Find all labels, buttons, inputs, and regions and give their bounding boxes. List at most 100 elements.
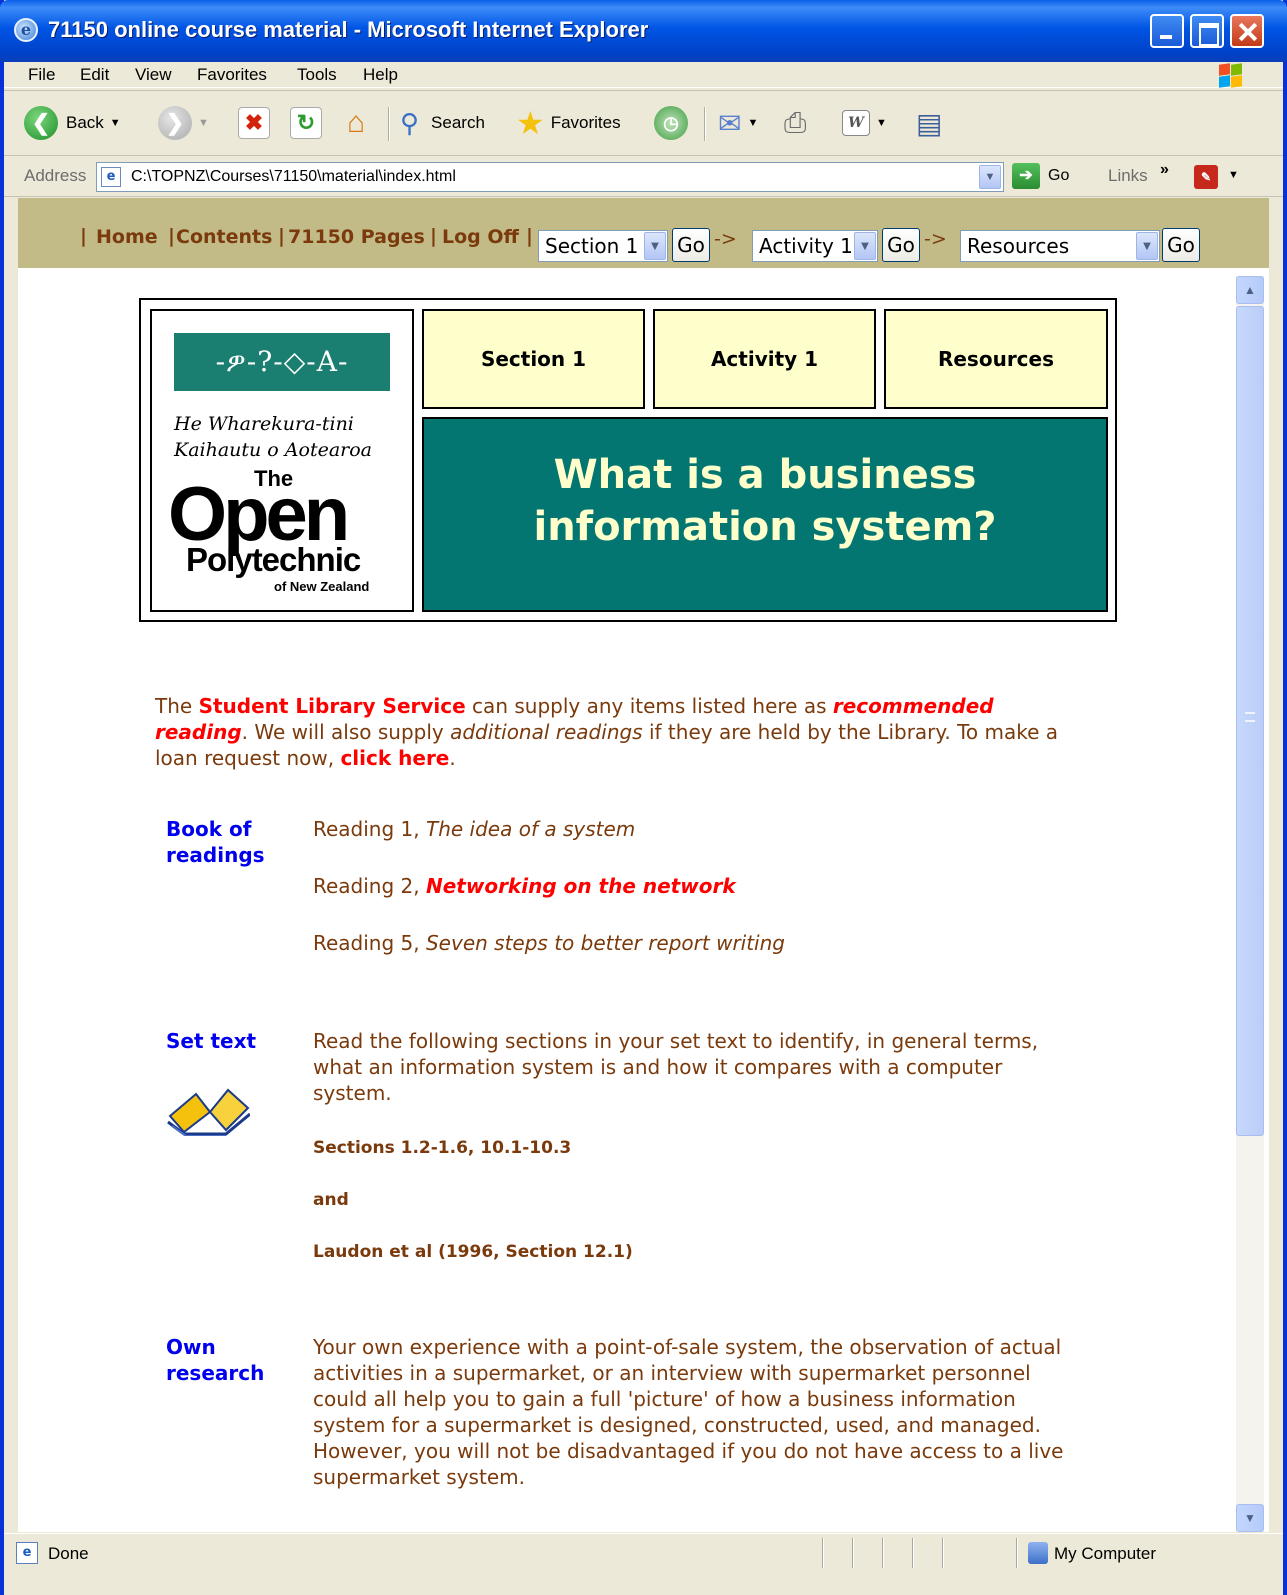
set-text-sections: Sections 1.2-1.6, 10.1-10.3 [313,1138,572,1158]
header-resources-cell: Resources [884,309,1108,409]
stop-icon: ✖ [238,107,270,139]
nav-arrow: -> [924,228,947,250]
content-frame: -ዎ-?-◇-A- He Wharekura-tini Kaihautu o A… [18,268,1269,1532]
status-bar: e Done My Computer [4,1533,1283,1595]
address-bar: Address e C:\TOPNZ\Courses\71150\materia… [4,157,1283,197]
menu-help[interactable]: Help [363,65,398,85]
ie-page-icon: e [14,18,38,42]
refresh-icon: ↻ [290,107,322,139]
back-arrow-icon: ❮ [24,106,58,140]
address-input[interactable]: e C:\TOPNZ\Courses\71150\material\index.… [96,162,1004,192]
history-button[interactable]: ◷ [654,103,688,143]
pdf-dropdown-icon[interactable]: ▼ [1228,169,1239,181]
nav-pages-link[interactable]: 71150 Pages [288,226,425,248]
close-button[interactable] [1230,14,1264,48]
research-icon: ▤ [916,107,943,139]
home-button[interactable]: ⌂ [340,103,372,143]
pdf-icon[interactable]: ✎ [1194,165,1218,189]
open-book-icon [167,1088,250,1136]
edit-button[interactable]: W ▼ [842,103,887,143]
library-intro: The Student Library Service can supply a… [155,694,1059,770]
resources-select-dropdown-icon: ▼ [1136,232,1158,260]
back-dropdown-icon[interactable]: ▼ [110,117,121,129]
security-zone-text: My Computer [1054,1544,1157,1563]
nav-contents-link[interactable]: Contents [176,226,272,248]
back-label: Back [66,113,104,132]
resources-go-button[interactable]: Go [1162,228,1200,262]
reading-item: Reading 2, Networking on the network [313,874,736,898]
browser-window: e 71150 online course material - Microso… [0,0,1287,1595]
word-edit-icon: W [842,110,870,136]
menu-file[interactable]: File [28,65,55,85]
click-here-link[interactable]: click here [340,746,449,770]
resources-select-value: Resources [967,234,1070,258]
back-button[interactable]: ❮ Back ▼ [24,103,121,143]
links-label[interactable]: Links [1108,166,1148,186]
forward-arrow-icon: ❯ [158,106,192,140]
minimize-button[interactable] [1150,14,1184,48]
menu-view[interactable]: View [135,65,172,85]
activity-select-value: Activity 1 [759,234,853,258]
search-label: Search [431,113,485,132]
maximize-button[interactable] [1190,14,1224,48]
go-arrow-icon: ➔ [1012,163,1040,189]
logo-symbol-band: -ዎ-?-◇-A- [174,333,390,391]
menu-tools[interactable]: Tools [297,65,337,85]
course-nav-frame: | Home | Contents | 71150 Pages | Log Of… [18,198,1269,268]
forward-dropdown-icon[interactable]: ▼ [198,117,209,129]
page-icon: e [101,167,121,187]
menu-edit[interactable]: Edit [80,65,109,85]
vertical-scrollbar[interactable]: ▲ ▼ [1236,276,1264,1532]
scroll-up-icon[interactable]: ▲ [1236,276,1264,304]
section-go-button[interactable]: Go [672,228,710,262]
go-button[interactable]: ➔ Go [1012,163,1069,189]
menu-favorites[interactable]: Favorites [197,65,267,85]
address-url[interactable]: C:\TOPNZ\Courses\71150\material\index.ht… [131,168,456,186]
edit-dropdown-icon[interactable]: ▼ [876,117,887,129]
activity-select[interactable]: Activity 1 ▼ [752,230,878,262]
address-dropdown-icon[interactable]: ▼ [979,165,1001,189]
section-select-dropdown-icon: ▼ [644,232,666,260]
reading-item: Reading 5, Seven steps to better report … [313,931,785,955]
window-title: 71150 online course material - Microsoft… [48,17,649,42]
own-research-label: Own research [166,1335,265,1385]
print-button[interactable]: ⎙ [784,103,806,143]
book-of-readings-label: Book of readings [166,817,265,867]
forward-button[interactable]: ❯ ▼ [158,103,209,143]
nav-home-link[interactable]: Home [96,226,158,248]
page-title: What is a business information system? [533,452,997,550]
refresh-button[interactable]: ↻ [290,103,322,143]
page-status-icon: e [16,1542,38,1564]
logo-maori-name: He Wharekura-tini Kaihautu o Aotearoa [174,413,373,461]
activity-go-button[interactable]: Go [882,228,920,262]
links-chevron-icon[interactable]: » [1160,161,1169,179]
set-text-label: Set text [166,1029,257,1053]
go-label: Go [1048,167,1070,184]
header-section-cell: Section 1 [422,309,645,409]
reading-title: The idea of a system [425,817,636,841]
nav-logoff-link[interactable]: Log Off [442,226,519,248]
set-text-paragraph: Read the following sections in your set … [313,1029,1039,1105]
library-service-link[interactable]: Student Library Service [199,694,466,718]
resources-select[interactable]: Resources ▼ [960,230,1160,262]
stop-button[interactable]: ✖ [238,103,270,143]
windows-logo-icon [1217,62,1243,88]
favorites-button[interactable]: ★ Favorites [516,103,621,143]
research-button[interactable]: ▤ [916,103,942,143]
reading-link[interactable]: Networking on the network [426,874,736,898]
nav-arrow: -> [714,228,737,250]
search-button[interactable]: ⚲ Search [400,103,485,143]
mail-dropdown-icon[interactable]: ▼ [747,117,758,129]
mail-icon: ✉ [718,107,742,139]
mail-button[interactable]: ✉ ▼ [718,103,758,143]
additional-readings-text: additional readings [450,720,643,744]
title-bar[interactable]: e 71150 online course material - Microso… [0,0,1287,62]
activity-select-dropdown-icon: ▼ [854,232,876,260]
section-select[interactable]: Section 1 ▼ [538,230,668,262]
scroll-down-icon[interactable]: ▼ [1236,1504,1264,1532]
header-activity-cell: Activity 1 [653,309,876,409]
print-icon: ⎙ [784,106,807,138]
scroll-thumb[interactable] [1236,306,1264,1136]
my-computer-icon [1028,1542,1048,1564]
search-icon: ⚲ [400,107,420,138]
